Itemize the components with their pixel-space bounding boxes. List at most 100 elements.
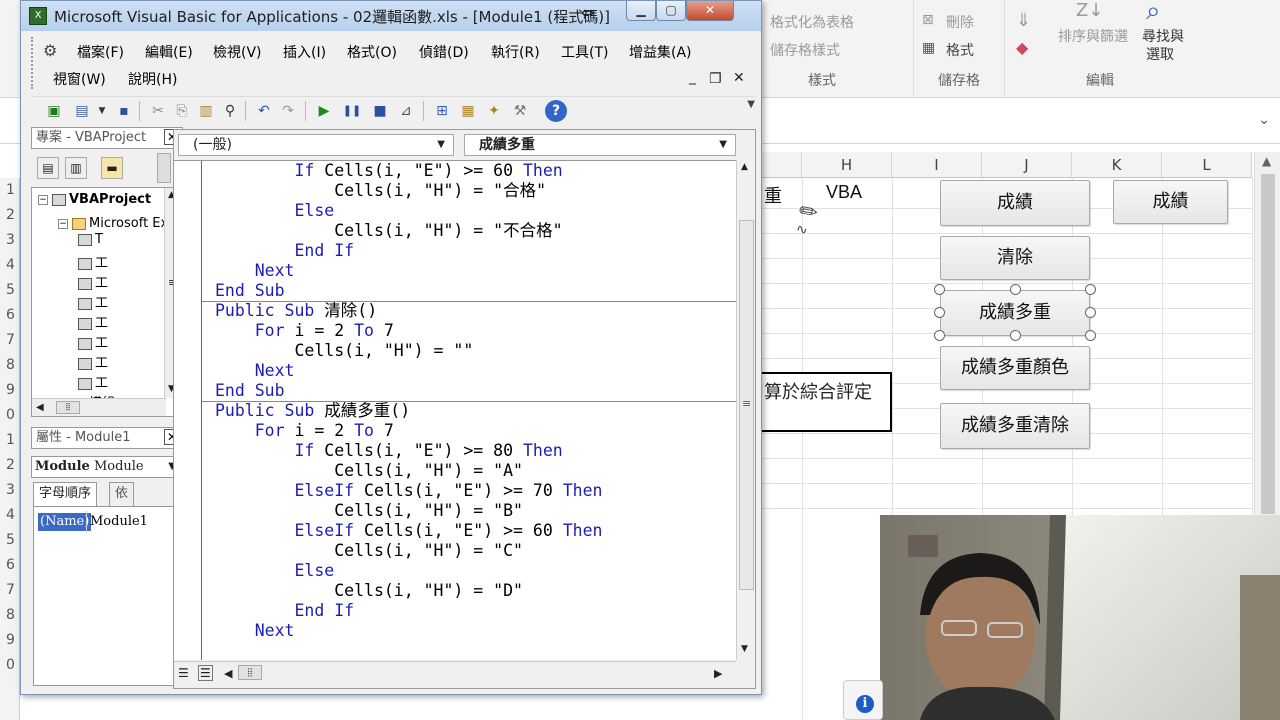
toggle-folders-icon[interactable]: ▬ — [101, 157, 123, 179]
code-line[interactable]: Cells(i, "H") = "D" — [215, 581, 523, 601]
copy-icon[interactable]: ⎘ — [171, 100, 193, 122]
clear-eraser-icon[interactable]: ◆ — [1016, 38, 1028, 57]
paste-icon[interactable]: ▥ — [195, 100, 217, 122]
redo-icon[interactable]: ↷ — [277, 100, 299, 122]
undo-icon[interactable]: ↶ — [253, 100, 275, 122]
design-mode-icon[interactable]: ⊿ — [395, 100, 417, 122]
column-header-l[interactable]: L — [1162, 152, 1252, 178]
save-icon[interactable]: ▪ — [113, 100, 135, 122]
resize-handle[interactable] — [934, 330, 945, 341]
menu-addins[interactable]: 增益集(A) — [629, 42, 692, 62]
mdi-close-button[interactable]: ✕ — [733, 70, 745, 86]
row-number[interactable]: 2 — [6, 207, 15, 223]
properties-grid[interactable]: (Name) Module1 — [33, 506, 179, 686]
minimize-button[interactable]: ▁ — [626, 1, 656, 21]
mdi-restore-button[interactable]: ❐ — [709, 71, 722, 87]
code-scroll-left-icon[interactable]: ◀ — [224, 667, 232, 680]
resize-handle[interactable] — [1085, 284, 1096, 295]
menu-tools[interactable]: 工具(T) — [561, 42, 608, 62]
resize-handle[interactable] — [1085, 307, 1096, 318]
code-line[interactable]: End Sub — [215, 381, 285, 401]
properties-window-icon[interactable]: ▦ — [457, 100, 479, 122]
find-icon[interactable]: ⚲ — [219, 100, 241, 122]
grade-multi-clear-button[interactable]: 成績多重清除 — [940, 403, 1090, 449]
tree-item[interactable]: 工 — [78, 352, 108, 371]
procedure-combo-dropdown-icon[interactable]: ▼ — [719, 135, 727, 155]
expand-formula-bar-icon[interactable]: ⌄ — [1258, 112, 1270, 128]
code-margin-indicator-bar[interactable] — [174, 161, 202, 660]
resize-handle[interactable] — [1010, 330, 1021, 341]
row-number[interactable]: 6 — [6, 307, 15, 323]
run-icon[interactable]: ▶ — [313, 100, 335, 122]
resize-handle[interactable] — [934, 284, 945, 295]
code-line[interactable]: Next — [215, 621, 295, 641]
code-line[interactable]: Else — [215, 561, 334, 581]
code-line[interactable]: If Cells(i, "E") >= 80 Then — [215, 441, 562, 461]
code-line[interactable]: End Sub — [215, 281, 285, 301]
tab-categorized[interactable]: 依 — [109, 482, 135, 506]
object-browser-icon[interactable]: ✦ — [483, 100, 505, 122]
code-vertical-scrollbar[interactable]: ▲ ≡ ▼ — [736, 160, 755, 660]
tree-item[interactable]: T — [78, 232, 103, 247]
tree-item[interactable]: 工 — [78, 252, 108, 271]
menu-edit[interactable]: 編輯(E) — [145, 42, 193, 62]
close-button[interactable]: ✕ — [686, 1, 734, 21]
code-line[interactable]: Else — [215, 201, 334, 221]
row-number[interactable]: 1 — [6, 432, 15, 448]
grade-button[interactable]: 成績 — [940, 180, 1090, 226]
tree-item[interactable]: −Microsoft Excel 物件 — [58, 212, 180, 231]
row-number[interactable]: 5 — [6, 282, 15, 298]
reset-icon[interactable]: ■ — [369, 100, 391, 122]
row-number[interactable]: 7 — [6, 332, 15, 348]
code-scroll-right-icon[interactable]: ▶ — [714, 667, 722, 680]
find-select-button[interactable]: 尋找與 — [1142, 26, 1184, 46]
row-number[interactable]: 7 — [6, 582, 15, 598]
full-module-view-icon[interactable]: ☰ — [198, 665, 213, 681]
text-box-shape[interactable]: 算於綜合評定 — [762, 372, 892, 432]
scroll-up-arrow-icon[interactable]: ▲ — [1262, 154, 1271, 168]
code-line[interactable]: Cells(i, "H") = "不合格" — [215, 221, 562, 241]
row-number[interactable]: 9 — [6, 382, 15, 398]
row-number[interactable]: 6 — [6, 557, 15, 573]
resize-handle[interactable] — [934, 307, 945, 318]
code-scroll-down-icon[interactable]: ▼ — [741, 644, 748, 654]
object-combo-dropdown-icon[interactable]: ▼ — [437, 135, 445, 155]
menu-view[interactable]: 檢視(V) — [213, 42, 262, 62]
code-line[interactable]: Cells(i, "H") = "C" — [215, 541, 523, 561]
cell-styles-button[interactable]: 儲存格樣式 — [770, 40, 840, 60]
column-header-k[interactable]: K — [1072, 152, 1162, 178]
tree-item[interactable]: 工 — [78, 272, 108, 291]
maximize-button[interactable]: ▢ — [656, 1, 686, 21]
properties-object-combo[interactable]: Module Module ▼ — [31, 456, 181, 478]
code-line[interactable]: Cells(i, "H") = "合格" — [215, 181, 546, 201]
format-cells-button[interactable]: 格式 — [946, 40, 974, 60]
code-line[interactable]: Cells(i, "H") = "" — [215, 341, 473, 361]
tree-scroll-left-icon[interactable]: ◀ — [36, 402, 44, 413]
tree-item[interactable]: 工 — [78, 372, 108, 391]
menu-debug[interactable]: 偵錯(D) — [419, 42, 469, 62]
info-button[interactable]: i — [843, 680, 883, 720]
vba-module-icon[interactable]: ⚙ — [43, 41, 57, 60]
row-number[interactable]: 0 — [6, 407, 15, 423]
cell-h1[interactable]: VBA — [826, 182, 862, 203]
resize-handle[interactable] — [1010, 284, 1021, 295]
tree-item[interactable]: − VBAProject — [38, 192, 151, 207]
help-icon[interactable]: ? — [545, 100, 567, 122]
view-excel-icon[interactable]: ▣ — [43, 100, 65, 122]
row-number[interactable]: 5 — [6, 532, 15, 548]
clear-button[interactable]: 清除 — [940, 236, 1090, 280]
project-pane-title[interactable]: 專案 - VBAProject ✕ — [31, 127, 183, 149]
tree-collapse-icon[interactable]: − — [38, 194, 48, 205]
title-bar[interactable]: X Microsoft Visual Basic for Application… — [21, 1, 761, 31]
tab-alphabetic[interactable]: 字母順序 — [33, 482, 98, 506]
code-line[interactable]: ElseIf Cells(i, "E") >= 70 Then — [215, 481, 602, 501]
toolbar-options-icon[interactable]: ▼ — [747, 99, 755, 110]
code-line[interactable]: Next — [215, 261, 295, 281]
code-line[interactable]: If Cells(i, "E") >= 60 Then — [215, 161, 562, 181]
tree-horizontal-scrollbar[interactable]: ◀ ⦙⦙ — [32, 398, 166, 416]
tree-item[interactable]: 工 — [78, 312, 108, 331]
tree-item[interactable]: 工 — [78, 292, 108, 311]
column-header-j[interactable]: J — [982, 152, 1072, 178]
resize-handle[interactable] — [1085, 330, 1096, 341]
row-number[interactable]: 1 — [6, 182, 15, 198]
